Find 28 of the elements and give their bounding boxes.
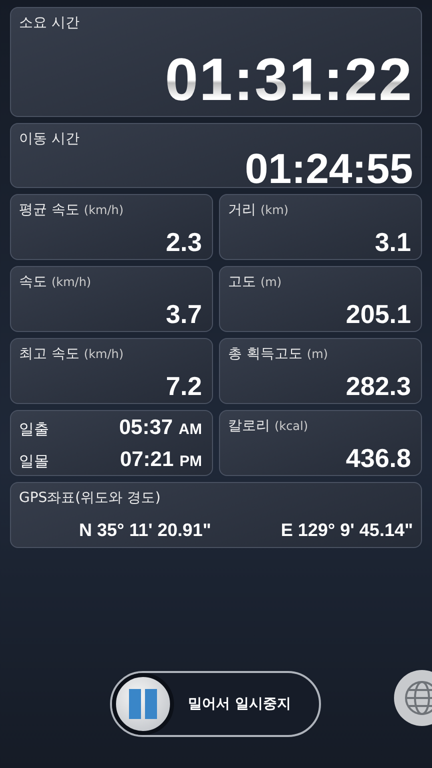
- stat-value: 282.3: [346, 373, 411, 399]
- latitude-value: N 35° 11' 20.91": [79, 520, 212, 541]
- sun-label: 일몰: [19, 452, 49, 471]
- stat-value: 3.7: [166, 301, 202, 327]
- stat-label: 속도 (km/h): [19, 273, 92, 291]
- pause-knob[interactable]: [112, 673, 174, 735]
- stat-value: 205.1: [346, 301, 411, 327]
- stat-value: 436.8: [346, 445, 411, 471]
- stat-value: 7.2: [166, 373, 202, 399]
- stat-label: 칼로리 (kcal): [228, 417, 308, 435]
- stat-label: 최고 속도 (km/h): [19, 345, 124, 363]
- stat-value: 3.1: [374, 229, 411, 255]
- stat-label: 거리 (km): [228, 201, 288, 219]
- gps-label: GPS좌표(위도와 경도): [19, 489, 161, 507]
- sun-time: 05:37 AM: [119, 416, 202, 440]
- sun-time: 07:21 PM: [120, 448, 202, 472]
- moving-time-value: 01:24:55: [244, 148, 413, 190]
- longitude-value: E 129° 9' 45.14": [280, 520, 413, 541]
- pause-icon: [129, 689, 157, 719]
- elapsed-time-label: 소요 시간: [19, 14, 80, 32]
- moving-time-label: 이동 시간: [19, 130, 80, 148]
- stat-label: 고도 (m): [228, 273, 282, 291]
- stat-label: 총 획득고도 (m): [228, 345, 328, 363]
- sun-label: 일출: [19, 420, 49, 439]
- globe-icon[interactable]: [392, 668, 432, 728]
- pause-slider[interactable]: 밀어서 일시중지: [110, 671, 321, 737]
- stat-label: 평균 속도 (km/h): [19, 201, 124, 219]
- stat-value: 2.3: [166, 229, 202, 255]
